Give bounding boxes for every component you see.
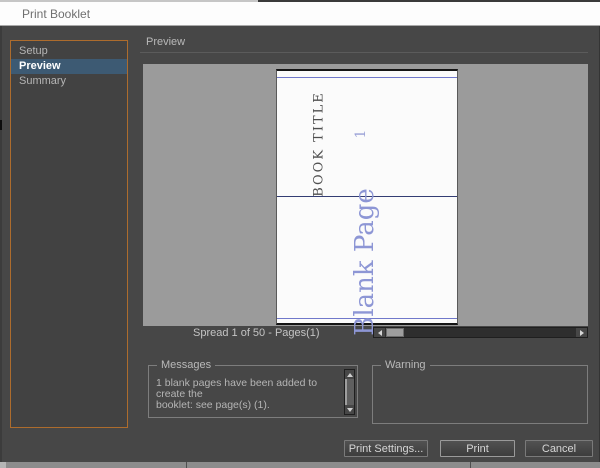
- cancel-button[interactable]: Cancel: [525, 440, 593, 457]
- print-button[interactable]: Print: [440, 440, 515, 457]
- background-notch: [0, 120, 2, 130]
- dialog-left-edge: [0, 26, 2, 462]
- scroll-right-button[interactable]: [576, 328, 587, 337]
- preview-horizontal-scrollbar[interactable]: [373, 327, 588, 338]
- dialog-titlebar[interactable]: Print Booklet: [0, 2, 600, 26]
- messages-text-line1: 1 blank pages have been added to create …: [156, 377, 318, 400]
- section-divider: [140, 52, 588, 53]
- preview-page-number: 1: [353, 129, 369, 139]
- scroll-left-icon: [377, 329, 382, 336]
- scroll-left-button[interactable]: [374, 328, 385, 337]
- messages-vertical-scrollbar[interactable]: [344, 369, 355, 415]
- print-booklet-dialog: Print Booklet Setup Preview Summary Prev…: [0, 0, 600, 468]
- sidebar-item-preview[interactable]: Preview: [11, 59, 127, 74]
- messages-group-label: Messages: [157, 359, 216, 371]
- warning-group-label: Warning: [381, 359, 430, 371]
- preview-book-title: BOOK TITLE: [311, 91, 327, 197]
- booklet-spread: BOOK TITLE 1 Blank Page: [276, 69, 458, 336]
- scroll-right-icon: [579, 329, 584, 336]
- section-title: Preview: [146, 36, 186, 48]
- scrollbar-thumb[interactable]: [345, 379, 354, 405]
- page-margin-line-top: [277, 77, 457, 78]
- spread-status-text: Spread 1 of 50 - Pages(1): [193, 327, 320, 339]
- background-line: [470, 462, 471, 468]
- messages-text: 1 blank pages have been added to create …: [156, 378, 336, 411]
- scroll-down-icon: [346, 407, 353, 412]
- preview-canvas: BOOK TITLE 1 Blank Page: [143, 64, 588, 336]
- sidebar-item-summary[interactable]: Summary: [11, 74, 127, 89]
- print-settings-button[interactable]: Print Settings...: [344, 440, 428, 457]
- preview-blank-page-label: Blank Page: [350, 188, 380, 336]
- messages-text-line2: booklet: see page(s) (1).: [156, 399, 270, 411]
- sidebar-item-setup[interactable]: Setup: [11, 44, 127, 59]
- warning-group: Warning: [372, 359, 588, 424]
- scroll-up-button[interactable]: [345, 370, 354, 379]
- pane-list: Setup Preview Summary: [10, 40, 128, 428]
- background-fragment: [0, 462, 6, 468]
- dialog-title: Print Booklet: [22, 6, 91, 21]
- scroll-down-button[interactable]: [345, 405, 354, 414]
- messages-group: Messages 1 blank pages have been added t…: [148, 359, 358, 418]
- background-line: [186, 462, 187, 468]
- scroll-up-icon: [346, 372, 353, 377]
- background-app-strip-bottom: [0, 462, 600, 468]
- scrollbar-thumb[interactable]: [386, 328, 404, 337]
